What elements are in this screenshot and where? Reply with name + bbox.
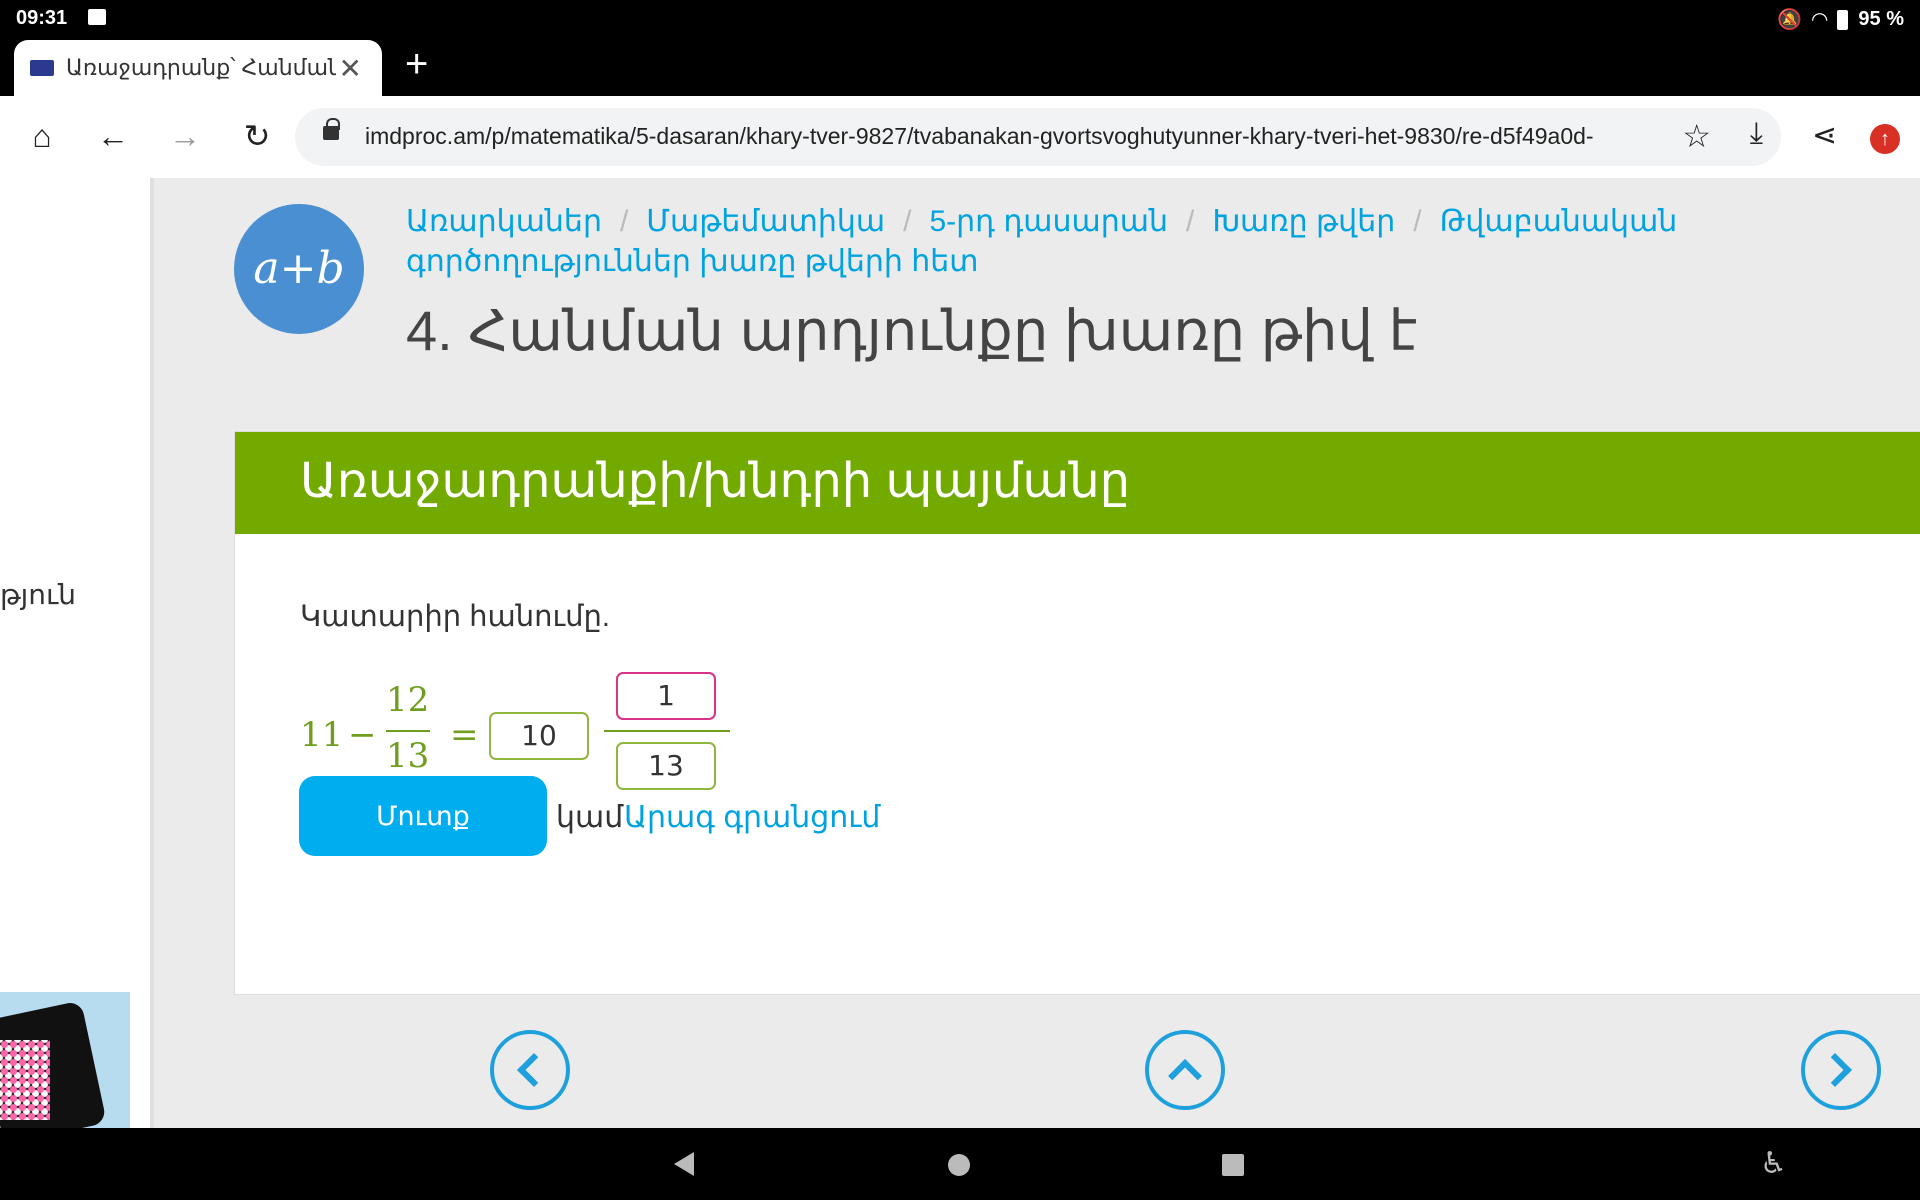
breadcrumb-item-math[interactable]: Մաթեմատիկա <box>646 205 885 238</box>
page-content: թյուն a+b Առարկաներ / Մաթեմատիկա / 5-րդ դասա… <box>0 178 1920 1128</box>
book-icon <box>30 60 54 76</box>
back-icon[interactable]: ← <box>93 116 133 156</box>
url-text[interactable]: imdproc.am/p/matematika/5-dasaran/khary-… <box>365 123 1665 150</box>
task-card-header: Առաջադրանքի/խնդրի պայմանը <box>235 432 1920 534</box>
breadcrumb-separator: / <box>1413 205 1422 238</box>
breadcrumb-item-grade[interactable]: 5-րդ դասարան <box>929 205 1168 238</box>
battery-level: 95 % <box>1858 8 1904 30</box>
task-instruction: Կատարիր հանումը. <box>300 601 610 633</box>
sidebar-partial-text: թյուն <box>0 579 76 610</box>
subject-logo: a+b <box>234 204 364 334</box>
fraction-bar <box>386 730 430 732</box>
close-icon[interactable]: ✕ <box>339 52 362 85</box>
numerator-input[interactable]: 1 <box>616 672 716 720</box>
accessibility-icon[interactable]: ♿ <box>1760 1146 1787 1181</box>
whole-part-input[interactable]: 10 <box>489 712 589 760</box>
status-time: 09:31 <box>16 7 68 29</box>
share-icon[interactable]: ⋖ <box>1812 118 1837 153</box>
denominator-input[interactable]: 13 <box>616 742 716 790</box>
minuend: 11 <box>300 715 344 755</box>
forward-icon[interactable]: → <box>165 116 205 156</box>
task-card: Առաջադրանքի/խնդրի պայմանը Կատարիր հանում… <box>234 431 1920 995</box>
new-tab-button[interactable]: + <box>405 42 428 87</box>
extension-icon[interactable]: ↑ <box>1870 124 1900 154</box>
breadcrumb-separator: / <box>903 205 912 238</box>
minus-sign: − <box>348 715 377 755</box>
breadcrumb-item-mixed-numbers[interactable]: Խառը թվեր <box>1212 205 1395 238</box>
fraction-denominator: 13 <box>386 736 430 776</box>
home-icon[interactable]: ⌂ <box>22 116 62 156</box>
browser-toolbar: ⌂ ← → ↻ imdproc.am/p/matematika/5-dasara… <box>0 96 1920 178</box>
mute-icon: 🔕 <box>1777 9 1803 31</box>
left-sidebar: թյուն <box>0 178 154 1128</box>
address-bar[interactable]: imdproc.am/p/matematika/5-dasaran/khary-… <box>295 108 1781 166</box>
status-icons: 🔕 ◠ 95 % <box>1777 7 1904 32</box>
breadcrumb-item-subjects[interactable]: Առարկաներ <box>406 205 602 238</box>
breadcrumb-separator: / <box>619 205 629 238</box>
page-title: 4. Հանման արդյունքը խառը թիվ է <box>406 299 1418 362</box>
breadcrumb-separator: / <box>1186 205 1195 238</box>
system-home-icon[interactable] <box>948 1154 970 1176</box>
advertisement-image[interactable] <box>0 992 130 1128</box>
chevron-up-icon <box>1168 1059 1202 1093</box>
system-navigation-bar: ♿ <box>0 1128 1920 1200</box>
answer-fraction-bar <box>604 730 730 732</box>
battery-icon <box>1837 9 1849 30</box>
quick-register-link[interactable]: Արագ գրանցում <box>624 800 880 835</box>
tab-strip: Առաջադրանք՝ Հանման արդյունքը խառը թիվ է … <box>0 36 1920 96</box>
equals-sign: = <box>450 715 479 755</box>
previous-button[interactable] <box>490 1030 570 1110</box>
chevron-left-icon <box>517 1053 551 1087</box>
wifi-icon: ◠ <box>1812 9 1828 31</box>
next-button[interactable] <box>1801 1030 1881 1110</box>
tab-title: Առաջադրանք՝ Հանման արդյունքը խառը թիվ է <box>66 55 336 80</box>
system-recents-icon[interactable] <box>1222 1154 1244 1176</box>
scroll-top-button[interactable] <box>1145 1030 1225 1110</box>
ad-markers-pattern <box>0 1040 50 1120</box>
breadcrumb: Առարկաներ / Մաթեմատիկա / 5-րդ դասարան / Խառը թ… <box>406 202 1920 282</box>
image-notification-icon <box>88 9 106 25</box>
fraction-numerator: 12 <box>386 680 430 720</box>
download-icon[interactable]: ⤓ <box>1750 117 1763 151</box>
browser-tab[interactable]: Առաջադրանք՝ Հանման արդյունքը խառը թիվ է … <box>14 40 382 96</box>
system-back-icon[interactable] <box>674 1152 694 1176</box>
or-text: կամ <box>556 801 624 834</box>
bookmark-star-icon[interactable]: ☆ <box>1682 117 1711 155</box>
chevron-right-icon <box>1818 1053 1852 1087</box>
reload-icon[interactable]: ↻ <box>237 116 277 156</box>
enter-button[interactable]: Մուտք <box>299 776 547 856</box>
lock-icon <box>323 118 340 140</box>
status-bar: 09:31 🔕 ◠ 95 % <box>0 0 1920 36</box>
